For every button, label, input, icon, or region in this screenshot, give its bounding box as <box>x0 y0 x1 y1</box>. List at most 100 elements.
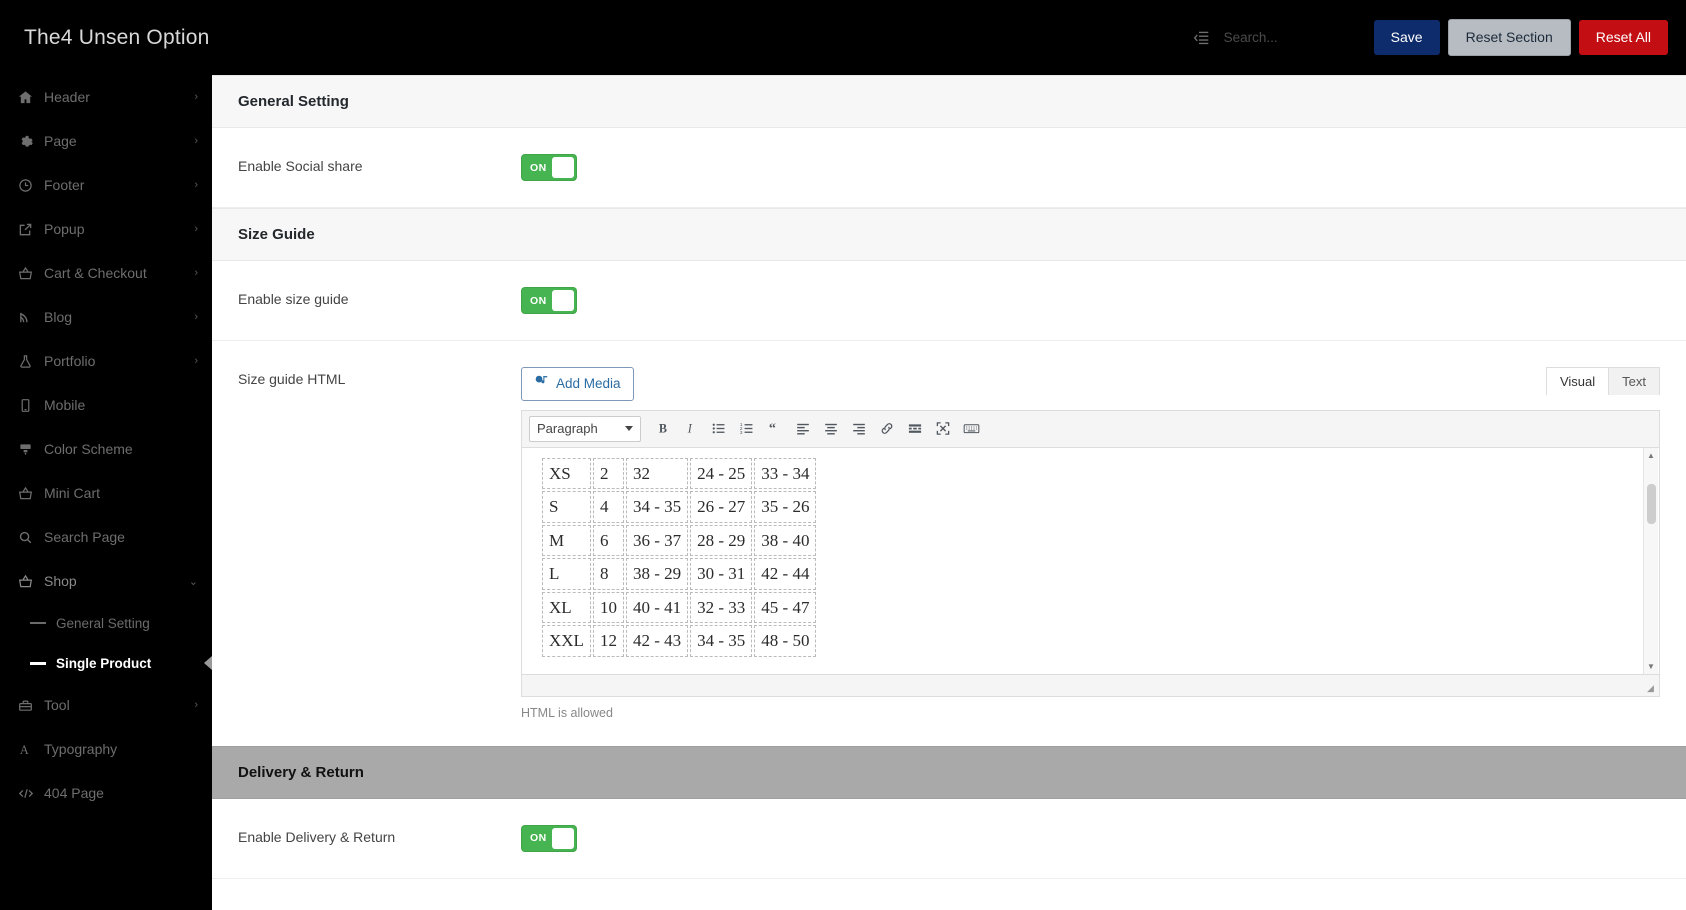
blockquote-icon[interactable]: “ <box>761 416 789 442</box>
scrollbar-thumb[interactable] <box>1647 483 1656 524</box>
save-button[interactable]: Save <box>1373 20 1440 55</box>
sidebar-item-label: Portfolio <box>44 353 96 369</box>
sidebar-item-portfolio[interactable]: Portfolio › <box>0 339 212 383</box>
editor-content-area[interactable]: XS 2 32 24 - 25 33 - 34 S 4 34 - 35 26 -… <box>522 447 1659 674</box>
table-cell: 48 - 50 <box>754 625 817 657</box>
topbar-actions: Save Reset Section Reset All <box>1193 0 1686 75</box>
sidebar-item-mobile[interactable]: Mobile <box>0 383 212 427</box>
size-guide-table-body: XS 2 32 24 - 25 33 - 34 S 4 34 - 35 26 -… <box>542 457 817 657</box>
table-cell: S <box>542 491 591 523</box>
sidebar-item-cart-checkout[interactable]: Cart & Checkout › <box>0 251 212 295</box>
table-cell: 28 - 29 <box>690 524 753 557</box>
section-header-size-guide: Size Guide <box>212 208 1686 261</box>
chevron-right-icon: › <box>194 135 198 147</box>
read-more-icon[interactable] <box>901 416 929 442</box>
chevron-right-icon: › <box>194 267 198 279</box>
table-row: M 6 36 - 37 28 - 29 38 - 40 <box>542 524 817 557</box>
keyboard-shortcuts-icon[interactable] <box>957 416 985 442</box>
table-cell: XS <box>542 457 591 490</box>
sidebar-subitem-single-product[interactable]: Single Product <box>0 643 212 683</box>
fullscreen-icon[interactable] <box>929 416 957 442</box>
table-cell: M <box>542 524 591 557</box>
sidebar-item-label: Cart & Checkout <box>44 265 147 281</box>
tab-visual[interactable]: Visual <box>1545 367 1610 395</box>
sidebar-item-blog[interactable]: Blog › <box>0 295 212 339</box>
italic-icon[interactable]: I <box>677 416 705 442</box>
toggle-state-label: ON <box>530 832 547 845</box>
field-row-size-guide-html: Size guide HTML Add Media Visual Text Pa… <box>212 341 1686 746</box>
field-control: ON <box>521 824 1660 852</box>
align-left-icon[interactable] <box>789 416 817 442</box>
align-center-icon[interactable] <box>817 416 845 442</box>
sidebar-item-color-scheme[interactable]: Color Scheme <box>0 427 212 471</box>
resize-handle-icon[interactable]: ◢ <box>1647 683 1657 694</box>
home-icon <box>18 90 40 105</box>
sidebar-item-search-page[interactable]: Search Page <box>0 515 212 559</box>
table-cell: 2 <box>592 457 624 490</box>
reset-section-button[interactable]: Reset Section <box>1447 19 1571 56</box>
basket-icon <box>18 574 40 589</box>
sidebar-item-header[interactable]: Header › <box>0 75 212 119</box>
main-content: General Setting Enable Social share ON S… <box>212 75 1686 910</box>
format-select[interactable]: Paragraph <box>529 415 641 442</box>
editor-help-text: HTML is allowed <box>521 705 613 720</box>
svg-text:“: “ <box>769 421 776 436</box>
sidebar-item-label: Blog <box>44 309 73 325</box>
sidebar-item-shop[interactable]: Shop ⌄ <box>0 559 212 603</box>
scroll-up-icon[interactable]: ▲ <box>1644 448 1658 463</box>
svg-text:3: 3 <box>740 430 743 435</box>
sidebar-item-page[interactable]: Page › <box>0 119 212 163</box>
table-cell: 42 - 43 <box>625 625 689 657</box>
body-wrapper: Header › Page › Footer › Popup › Cart & … <box>0 75 1686 910</box>
editor-statusbar: ◢ <box>522 673 1659 696</box>
chevron-right-icon: › <box>194 355 198 367</box>
field-label: Enable Delivery & Return <box>238 828 396 845</box>
collapse-sidebar-icon[interactable] <box>1193 29 1210 46</box>
reset-all-button[interactable]: Reset All <box>1578 20 1668 55</box>
code-icon <box>18 786 40 801</box>
editor-scrollbar[interactable]: ▲ ▼ <box>1643 447 1658 674</box>
rss-icon <box>18 310 40 325</box>
field-row-enable-social-share: Enable Social share ON <box>212 128 1686 208</box>
add-media-button[interactable]: Add Media <box>521 367 634 401</box>
sidebar-subitem-general-setting[interactable]: General Setting <box>0 603 212 643</box>
sidebar-item-typography[interactable]: A Typography <box>0 727 212 771</box>
dash-icon <box>30 661 46 665</box>
link-icon[interactable] <box>873 416 901 442</box>
editor-shell: Paragraph B I 1 2 3 “ XS 2 32 24 - 25 33… <box>521 409 1660 697</box>
table-cell: 40 - 41 <box>625 591 689 624</box>
enable-social-share-toggle[interactable]: ON <box>521 154 577 181</box>
sidebar-item-404-page[interactable]: 404 Page <box>0 771 212 815</box>
font-icon: A <box>18 742 40 757</box>
table-row: XXL 12 42 - 43 34 - 35 48 - 50 <box>542 625 817 657</box>
sidebar-subitem-label: Single Product <box>56 655 152 671</box>
basket-icon <box>18 266 40 281</box>
sidebar-item-footer[interactable]: Footer › <box>0 163 212 207</box>
numbered-list-icon[interactable]: 1 2 3 <box>733 416 761 442</box>
table-cell: 32 <box>625 457 689 490</box>
chevron-right-icon: › <box>194 179 198 191</box>
align-right-icon[interactable] <box>845 416 873 442</box>
bold-icon[interactable]: B <box>649 416 677 442</box>
table-cell: 42 - 44 <box>754 558 817 590</box>
tab-text[interactable]: Text <box>1608 367 1660 395</box>
editor-top-bar: Add Media Visual Text <box>521 367 1660 401</box>
chevron-right-icon: › <box>194 91 198 103</box>
enable-delivery-return-toggle[interactable]: ON <box>521 824 577 852</box>
enable-size-guide-toggle[interactable]: ON <box>521 287 577 314</box>
sidebar-item-popup[interactable]: Popup › <box>0 207 212 251</box>
active-pointer-icon <box>204 656 212 670</box>
bulleted-list-icon[interactable] <box>705 416 733 442</box>
top-bar: The4 Unsen Option Save Reset Section Res… <box>0 0 1686 75</box>
sidebar-item-mini-cart[interactable]: Mini Cart <box>0 471 212 515</box>
toggle-knob <box>552 290 574 311</box>
phone-icon <box>18 398 40 413</box>
section-header-general-setting: General Setting <box>212 75 1686 128</box>
search-input[interactable] <box>1223 29 1354 45</box>
sidebar-item-tool[interactable]: Tool › <box>0 683 212 727</box>
table-cell: 30 - 31 <box>690 558 753 590</box>
sidebar-item-label: 404 Page <box>44 785 104 801</box>
toggle-state-label: ON <box>530 161 547 174</box>
chevron-right-icon: › <box>194 311 198 323</box>
scroll-down-icon[interactable]: ▼ <box>1644 659 1658 674</box>
